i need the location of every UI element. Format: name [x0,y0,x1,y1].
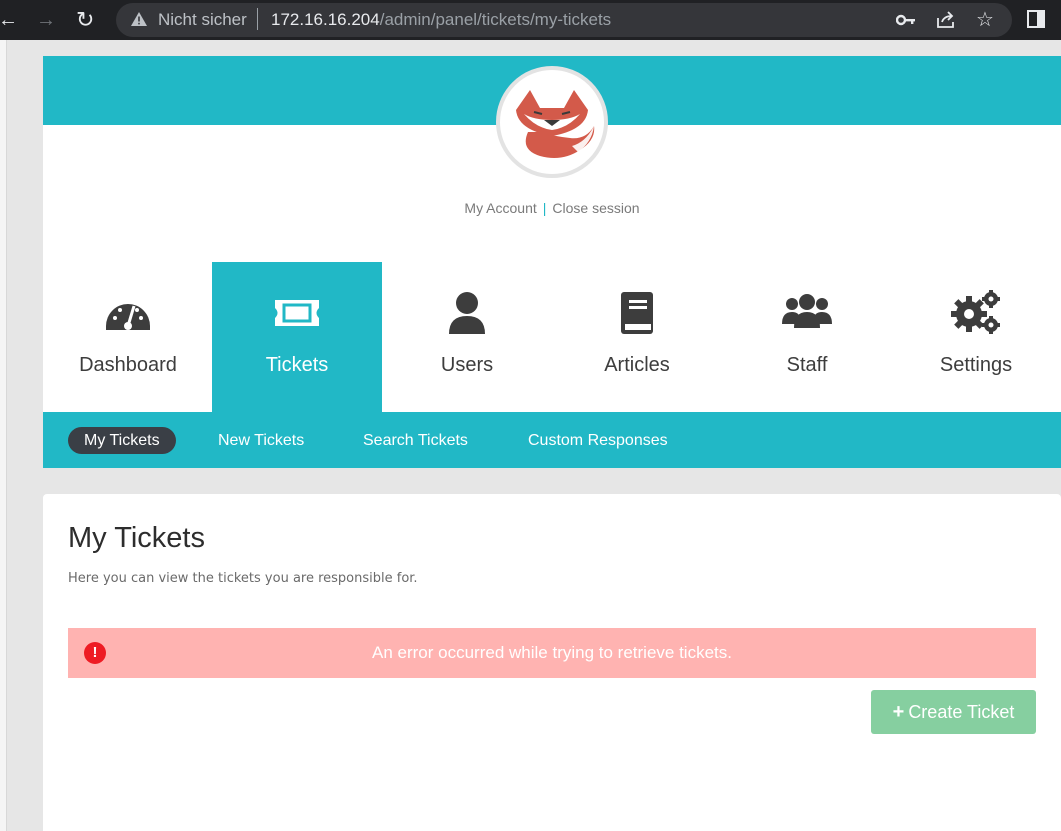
fox-logo-avatar [496,66,608,178]
gears-icon [951,290,1000,334]
nav-item-label: Dashboard [79,354,177,376]
panel-header: My Account | Close session Dashboard Ticke… [43,56,1061,468]
subnav-custom-responses[interactable]: Custom Responses [528,427,668,454]
browser-toolbar: ← → ↻ Nicht sicher 172.16.16.204/admin/p… [0,0,1061,40]
close-session-link[interactable]: Close session [552,200,639,216]
url-host: 172.16.16.204 [271,10,380,29]
nav-item-label: Staff [786,354,828,376]
warning-triangle-icon [131,12,147,26]
error-message: An error occurred while trying to retrie… [372,643,732,662]
back-arrow-icon[interactable]: ← [0,7,18,33]
url-text[interactable]: 172.16.16.204/admin/panel/tickets/my-tic… [271,10,611,30]
bookmark-star-icon[interactable]: ☆ [976,7,994,32]
ticket-icon [275,300,319,326]
main-navigation: Dashboard Tickets Users Articles Staff S… [43,262,1061,412]
user-icon [449,292,485,334]
fox-logo-icon [516,90,595,158]
subnav-my-tickets[interactable]: My Tickets [68,427,176,454]
subnav-search-tickets[interactable]: Search Tickets [363,427,468,454]
address-bar[interactable]: Nicht sicher 172.16.16.204/admin/panel/t… [116,3,1012,37]
nav-item-settings[interactable]: Settings [891,262,1061,412]
sub-navigation: My Tickets New Tickets Search Tickets Cu… [43,412,1061,468]
security-status[interactable]: Nicht sicher [158,10,247,30]
create-ticket-label: Create Ticket [908,702,1015,722]
nav-item-label: Tickets [265,354,329,376]
url-path: /admin/panel/tickets/my-tickets [379,10,612,29]
page-description: Here you can view the tickets you are re… [68,571,418,586]
forward-arrow-icon[interactable]: → [36,7,56,33]
page-title: My Tickets [68,522,205,554]
page-left-edge [0,40,7,831]
nav-item-label: Settings [939,354,1013,376]
my-account-link[interactable]: My Account [464,200,536,216]
create-ticket-button[interactable]: + Create Ticket [871,690,1036,734]
side-panel-icon[interactable] [1027,10,1045,28]
nav-item-articles[interactable]: Articles [552,262,722,412]
plus-icon: + [892,701,905,723]
nav-item-label: Articles [604,354,670,376]
account-links: My Account | Close session [43,200,1061,216]
share-icon[interactable] [936,11,956,29]
book-icon [621,292,653,334]
account-links-divider: | [542,200,547,216]
users-group-icon [782,294,832,328]
error-alert: ! An error occurred while trying to retr… [68,628,1036,678]
nav-item-label: Users [440,354,494,376]
content-panel: My Tickets Here you can view the tickets… [43,494,1061,831]
nav-item-users[interactable]: Users [382,262,552,412]
subnav-new-tickets[interactable]: New Tickets [218,427,304,454]
omnibox-divider [257,8,258,30]
key-icon[interactable] [896,13,916,27]
dashboard-gauge-icon [106,304,150,330]
nav-item-dashboard[interactable]: Dashboard [43,262,213,412]
reload-icon[interactable]: ↻ [76,7,94,33]
nav-item-tickets[interactable]: Tickets [212,262,382,412]
nav-item-staff[interactable]: Staff [722,262,892,412]
